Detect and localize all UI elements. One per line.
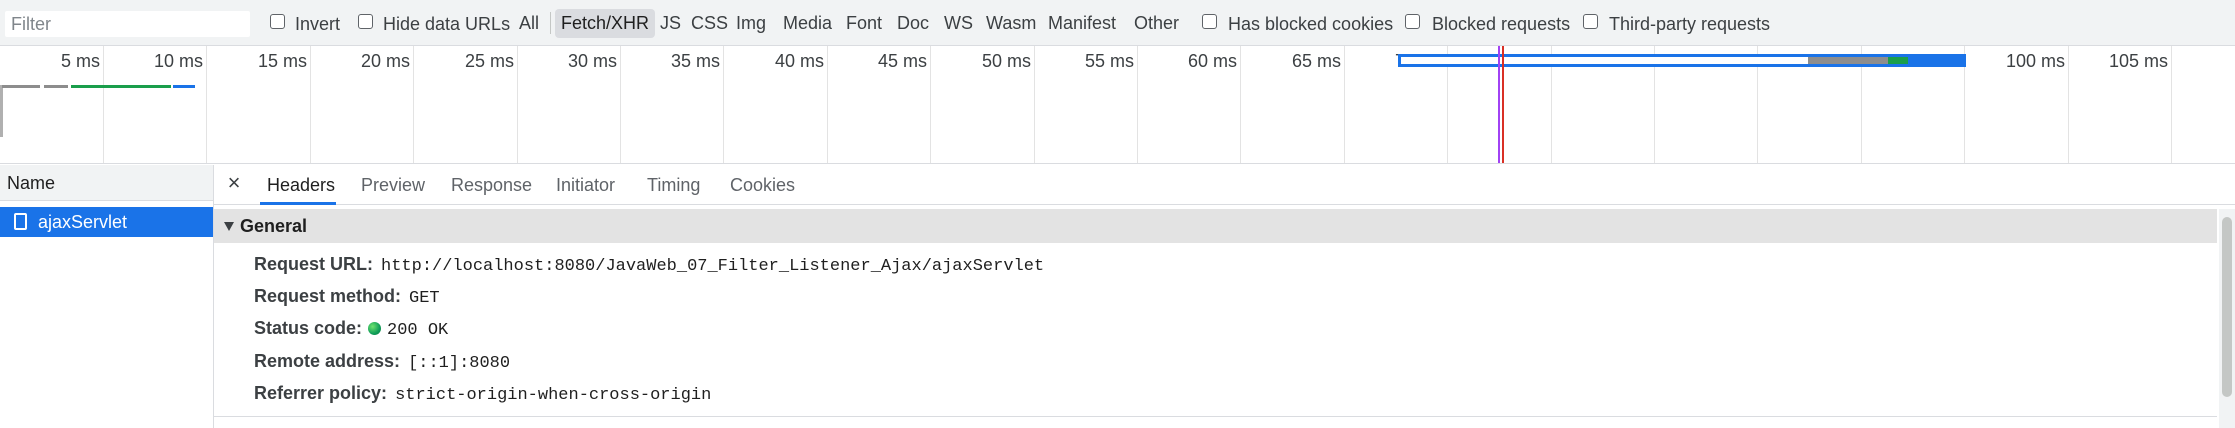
remote-address-key: Remote address:: [254, 351, 401, 371]
request-row-ajaxservlet[interactable]: ajaxServlet: [0, 207, 213, 237]
timeline-tick-label: 35 ms: [670, 51, 720, 71]
has-blocked-cookies-label: Has blocked cookies: [1228, 14, 1394, 34]
hide-data-urls-label: Hide data URLs: [383, 14, 511, 34]
details-tab-bar: × Headers Preview Response Initiator Tim…: [214, 165, 2235, 205]
details-scrollbar-thumb[interactable]: [2222, 217, 2232, 397]
overview-download-bar: [173, 85, 195, 88]
close-icon[interactable]: ×: [224, 169, 244, 197]
tab-timing[interactable]: Timing: [647, 165, 700, 205]
has-blocked-cookies-checkbox[interactable]: [1202, 14, 1217, 29]
tab-preview[interactable]: Preview: [361, 165, 425, 205]
request-details-panel: × Headers Preview Response Initiator Tim…: [214, 165, 2235, 428]
type-filter-font[interactable]: Font: [840, 9, 888, 38]
third-party-requests-label: Third-party requests: [1609, 14, 1771, 34]
invert-checkbox[interactable]: [270, 14, 285, 29]
hide-data-urls-checkbox[interactable]: [358, 14, 373, 29]
type-filter-wasm[interactable]: Wasm: [980, 9, 1042, 38]
general-section-header[interactable]: General: [214, 209, 2217, 243]
timeline-tick-label: 15 ms: [257, 51, 307, 71]
status-code-key: Status code:: [254, 318, 363, 338]
timeline-tick-label: 10 ms: [153, 51, 203, 71]
overview-queue-bar: [2, 85, 40, 88]
timeline-tick-label: 20 ms: [360, 51, 410, 71]
timeline-tick-label: 55 ms: [1084, 51, 1134, 71]
overview-selected-queue-segment: [1808, 57, 1888, 64]
type-filter-js[interactable]: JS: [654, 9, 687, 38]
request-list-panel: Name ajaxServlet: [0, 165, 214, 428]
request-name: ajaxServlet: [38, 212, 128, 232]
collapse-triangle-icon[interactable]: [224, 222, 234, 231]
blocked-requests-label: Blocked requests: [1432, 14, 1571, 34]
referrer-policy-value: strict-origin-when-cross-origin: [395, 386, 712, 405]
invert-label: Invert: [295, 14, 341, 34]
timeline-tick-label: 60 ms: [1187, 51, 1237, 71]
request-url-key: Request URL:: [254, 254, 374, 274]
type-filter-css[interactable]: CSS: [685, 9, 734, 38]
filter-input[interactable]: [5, 11, 250, 37]
type-filter-fetch-xhr[interactable]: Fetch/XHR: [555, 9, 656, 38]
overview-selected-waiting-segment: [1888, 57, 1908, 64]
tab-cookies[interactable]: Cookies: [730, 165, 795, 205]
request-method-value: GET: [409, 289, 440, 308]
remote-address-value: [::1]:8080: [408, 354, 511, 373]
overview-waiting-bar: [71, 85, 171, 88]
referrer-policy-row: Referrer policy: strict-origin-when-cross…: [254, 380, 711, 406]
filter-toolbar: Invert Hide data URLs All Fetch/XHR JS C…: [0, 0, 2235, 46]
timeline-tick-label: 5 ms: [60, 51, 100, 71]
request-method-key: Request method:: [254, 286, 402, 306]
type-filter-ws[interactable]: WS: [938, 9, 979, 38]
overview-selected-download-segment: [1908, 57, 1963, 64]
type-filter-media[interactable]: Media: [777, 9, 838, 38]
referrer-policy-key: Referrer policy:: [254, 383, 388, 403]
status-code-value: 200 OK: [387, 321, 449, 340]
timeline-tick-label: 25 ms: [464, 51, 514, 71]
status-ok-icon: [368, 322, 382, 335]
overview-left-edge: [0, 85, 3, 137]
type-filter-all[interactable]: All: [513, 9, 545, 38]
tab-initiator[interactable]: Initiator: [556, 165, 615, 205]
name-column-header[interactable]: Name: [0, 165, 213, 201]
network-overview-timeline[interactable]: 5 ms 10 ms 15 ms 20 ms 25 ms 30 ms 35 ms 40 ms 4…: [0, 46, 2235, 164]
general-section-title: General: [240, 216, 308, 236]
load-event-marker: [1502, 46, 1504, 163]
toolbar-divider: [550, 12, 551, 34]
dom-content-loaded-marker: [1498, 46, 1500, 163]
document-icon: [14, 213, 27, 230]
overview-queue-bar: [44, 85, 68, 88]
remote-address-row: Remote address: [::1]:8080: [254, 348, 510, 374]
timeline-tick-label: 100 ms: [2005, 51, 2065, 71]
tab-response[interactable]: Response: [451, 165, 532, 205]
request-method-row: Request method: GET: [254, 283, 440, 309]
timeline-tick-label: 50 ms: [981, 51, 1031, 71]
third-party-requests-checkbox[interactable]: [1583, 14, 1598, 29]
timeline-tick-label: 40 ms: [774, 51, 824, 71]
request-url-value: http://localhost:8080/JavaWeb_07_Filter_…: [381, 257, 1045, 276]
type-filter-img[interactable]: Img: [730, 9, 772, 38]
status-code-row: Status code: 200 OK: [254, 315, 448, 341]
blocked-requests-checkbox[interactable]: [1405, 14, 1420, 29]
timeline-tick-label: 45 ms: [877, 51, 927, 71]
active-tab-indicator: [260, 202, 336, 205]
timeline-tick-label: 30 ms: [567, 51, 617, 71]
type-filter-other[interactable]: Other: [1128, 9, 1185, 38]
section-divider: [214, 416, 2217, 417]
type-filter-doc[interactable]: Doc: [891, 9, 935, 38]
timeline-tick-label: 65 ms: [1291, 51, 1341, 71]
request-url-row: Request URL: http://localhost:8080/JavaWe…: [254, 251, 1044, 277]
tab-headers[interactable]: Headers: [267, 165, 335, 205]
type-filter-manifest[interactable]: Manifest: [1042, 9, 1122, 38]
timeline-tick-label: 105 ms: [2108, 51, 2168, 71]
